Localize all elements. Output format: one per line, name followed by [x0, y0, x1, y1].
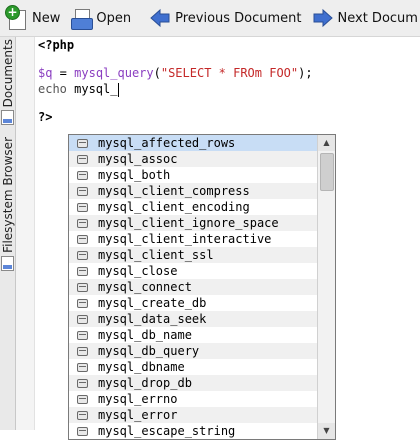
autocomplete-item-label: mysql_create_db — [98, 296, 207, 310]
autocomplete-item[interactable]: mysql_client_ignore_space — [69, 215, 317, 231]
autocomplete-popup[interactable]: mysql_affected_rows mysql_assoc mysql_both… — [68, 134, 336, 440]
function-icon — [77, 186, 88, 196]
side-panel: Documents Filesystem Browser — [0, 37, 16, 430]
scrollbar-thumb[interactable] — [320, 153, 334, 191]
autocomplete-item-label: mysql_escape_string — [98, 424, 236, 438]
paren-close-token: ); — [298, 66, 313, 80]
function-icon — [77, 394, 88, 404]
filesystem-browser-tab[interactable]: Filesystem Browser — [0, 137, 15, 274]
function-icon — [77, 298, 88, 308]
autocomplete-item-label: mysql_errno — [98, 392, 178, 406]
function-icon — [77, 282, 88, 292]
autocomplete-item-label: mysql_db_query — [98, 344, 200, 358]
filesystem-browser-tab-label: Filesystem Browser — [0, 137, 15, 253]
autocomplete-item[interactable]: mysql_errno — [69, 391, 317, 407]
autocomplete-item[interactable]: mysql_close — [69, 263, 317, 279]
autocomplete-item-label: mysql_assoc — [98, 152, 178, 166]
arrow-right-icon — [312, 7, 334, 29]
typed-text: mysql_ — [66, 82, 118, 96]
autocomplete-item[interactable]: mysql_client_encoding — [69, 199, 317, 215]
function-icon — [77, 410, 88, 420]
assign-token: = — [52, 66, 75, 80]
documents-tab[interactable]: Documents — [0, 39, 15, 128]
paren-open-token: ( — [153, 66, 161, 80]
autocomplete-item[interactable]: mysql_data_seek — [69, 311, 317, 327]
function-icon — [77, 250, 88, 260]
previous-document-button[interactable]: Previous Document — [145, 3, 307, 33]
autocomplete-item-label: mysql_connect — [98, 280, 192, 294]
new-document-icon: + — [5, 5, 28, 30]
filesystem-icon — [1, 255, 14, 271]
autocomplete-item-label: mysql_dbname — [98, 360, 185, 374]
autocomplete-item-label: mysql_data_seek — [98, 312, 207, 326]
function-icon — [77, 314, 88, 324]
next-document-label: Next Docum — [337, 10, 418, 26]
function-icon — [77, 202, 88, 212]
autocomplete-item[interactable]: mysql_assoc — [69, 151, 317, 167]
autocomplete-item-label: mysql_close — [98, 264, 178, 278]
function-icon — [77, 218, 88, 228]
autocomplete-item[interactable]: mysql_client_compress — [69, 183, 317, 199]
function-icon — [77, 378, 88, 388]
autocomplete-item[interactable]: mysql_affected_rows — [69, 135, 317, 151]
autocomplete-item-label: mysql_client_interactive — [98, 232, 272, 246]
code-line-2: $q = mysql_query("SELECT * FROm FOO"); — [38, 65, 313, 81]
autocomplete-item[interactable]: mysql_escape_string — [69, 423, 317, 439]
function-icon — [77, 234, 88, 244]
string-token: "SELECT * FROm FOO" — [160, 66, 299, 80]
main-toolbar: + New Open Previous Document Next Docum — [0, 0, 420, 37]
autocomplete-item[interactable]: mysql_client_interactive — [69, 231, 317, 247]
open-label: Open — [96, 10, 132, 26]
autocomplete-item-label: mysql_client_ignore_space — [98, 216, 279, 230]
autocomplete-item-label: mysql_client_ssl — [98, 248, 214, 262]
code-line-1: <?php — [38, 38, 75, 52]
code-editor[interactable]: <?php $q = mysql_query("SELECT * FROm FO… — [16, 37, 420, 440]
autocomplete-scrollbar[interactable]: ▲ ▼ — [317, 135, 335, 439]
autocomplete-item[interactable]: mysql_both — [69, 167, 317, 183]
scroll-up-arrow-icon[interactable]: ▲ — [318, 135, 335, 151]
autocomplete-item-label: mysql_both — [98, 168, 171, 182]
function-icon — [77, 346, 88, 356]
function-icon — [77, 362, 88, 372]
autocomplete-item-label: mysql_client_compress — [98, 184, 250, 198]
autocomplete-item[interactable]: mysql_create_db — [69, 295, 317, 311]
code-line-4: ?> — [38, 110, 53, 124]
open-button[interactable]: Open — [66, 3, 137, 33]
previous-document-label: Previous Document — [175, 10, 302, 26]
autocomplete-item[interactable]: mysql_drop_db — [69, 375, 317, 391]
documents-tab-label: Documents — [0, 39, 15, 108]
function-icon — [77, 170, 88, 180]
autocomplete-item[interactable]: mysql_db_name — [69, 327, 317, 343]
autocomplete-item[interactable]: mysql_client_ssl — [69, 247, 317, 263]
autocomplete-item-label: mysql_db_name — [98, 328, 192, 342]
autocomplete-item[interactable]: mysql_connect — [69, 279, 317, 295]
editor-gutter — [16, 37, 35, 430]
function-icon — [77, 266, 88, 276]
autocomplete-item[interactable]: mysql_dbname — [69, 359, 317, 375]
echo-token: echo — [38, 82, 67, 96]
function-icon — [77, 138, 88, 148]
documents-icon — [1, 110, 14, 126]
var-token: $q — [38, 66, 53, 80]
function-icon — [77, 330, 88, 340]
new-label: New — [32, 10, 61, 26]
autocomplete-item-label: mysql_affected_rows — [98, 136, 236, 150]
autocomplete-list[interactable]: mysql_affected_rows mysql_assoc mysql_both… — [69, 135, 317, 439]
next-document-button[interactable]: Next Docum — [308, 3, 420, 33]
function-icon — [77, 426, 88, 436]
autocomplete-item[interactable]: mysql_db_query — [69, 343, 317, 359]
function-token: mysql_query — [74, 66, 154, 80]
text-caret — [118, 82, 120, 97]
autocomplete-item-label: mysql_drop_db — [98, 376, 192, 390]
open-folder-icon — [70, 7, 94, 30]
autocomplete-item[interactable]: mysql_error — [69, 407, 317, 423]
code-line-3: echo mysql_ — [38, 81, 120, 97]
scroll-down-arrow-icon[interactable]: ▼ — [318, 423, 335, 439]
function-icon — [77, 154, 88, 164]
new-button[interactable]: + New — [0, 3, 66, 33]
autocomplete-item-label: mysql_client_encoding — [98, 200, 250, 214]
arrow-left-icon — [149, 7, 171, 29]
autocomplete-item-label: mysql_error — [98, 408, 178, 422]
